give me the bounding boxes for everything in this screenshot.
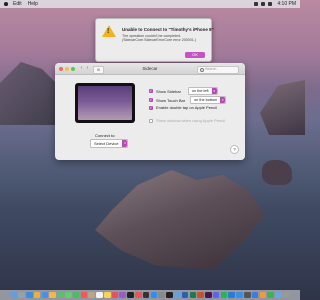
spotlight-icon[interactable] bbox=[268, 2, 273, 6]
sidebar-position-value: on the left bbox=[191, 89, 209, 93]
spotify-icon[interactable] bbox=[220, 291, 228, 299]
chrome-icon[interactable] bbox=[33, 291, 41, 299]
finder-icon[interactable] bbox=[10, 291, 18, 299]
mail-icon[interactable] bbox=[41, 291, 49, 299]
system-preferences-icon[interactable] bbox=[158, 291, 165, 299]
word-icon[interactable] bbox=[181, 291, 189, 299]
dock bbox=[0, 290, 300, 300]
tv-icon[interactable] bbox=[127, 291, 134, 299]
alert-title: Unable to Connect to "Timothy's iPhone 8… bbox=[122, 27, 214, 32]
downloads-icon[interactable] bbox=[275, 291, 282, 299]
preview-icon[interactable] bbox=[173, 291, 181, 299]
notes-icon[interactable] bbox=[103, 291, 111, 299]
show-window-pencil-label: Show window when using Apple Pencil bbox=[156, 118, 225, 123]
double-tap-label: Enable double tap on Apple Pencil bbox=[156, 105, 217, 110]
wallpaper-island bbox=[95, 170, 265, 270]
slack-icon[interactable] bbox=[205, 291, 212, 299]
battery-icon[interactable] bbox=[261, 2, 266, 6]
numbers-icon[interactable] bbox=[267, 291, 274, 299]
menu-edit[interactable]: Edit bbox=[13, 1, 22, 7]
option-show-touch-bar: ✓ Show Touch Bar on the bottom ▾ bbox=[149, 96, 227, 104]
sidecar-window: ‹ › Ⅲ Sidecar Search ✓ Show Sidebar on t… bbox=[55, 63, 245, 160]
show-sidebar-label: Show Sidebar bbox=[156, 88, 181, 94]
touch-bar-position-value: on the bottom bbox=[194, 98, 218, 102]
sidebar-position-select[interactable]: on the left ▾ bbox=[187, 87, 218, 95]
wallpaper-rock bbox=[262, 160, 292, 185]
title-bar: ‹ › Ⅲ Sidecar Search bbox=[55, 63, 245, 75]
chevron-down-icon: ▾ bbox=[122, 140, 128, 147]
app-store-icon[interactable] bbox=[150, 291, 158, 299]
messages-icon[interactable] bbox=[65, 291, 72, 299]
facetime-icon[interactable] bbox=[72, 291, 80, 299]
keynote-icon[interactable] bbox=[251, 291, 259, 299]
podcasts-icon[interactable] bbox=[119, 291, 127, 299]
calendar-icon[interactable] bbox=[80, 291, 88, 299]
terminal-icon[interactable] bbox=[166, 291, 173, 299]
wallpaper-island-right bbox=[260, 80, 305, 135]
option-show-window-pencil: Show window when using Apple Pencil bbox=[149, 118, 225, 123]
music-icon[interactable] bbox=[111, 291, 119, 299]
menu-bar: Edit Help 4:10 PM bbox=[0, 0, 300, 8]
device-select-value: Select Device bbox=[94, 141, 119, 146]
ok-button[interactable]: OK bbox=[185, 52, 205, 58]
vscode-icon[interactable] bbox=[228, 291, 235, 299]
discord-icon[interactable] bbox=[212, 291, 220, 299]
alert-message: The operation couldn't be completed. (Si… bbox=[122, 34, 196, 43]
help-button[interactable]: ? bbox=[230, 145, 239, 154]
status-area: 4:10 PM bbox=[254, 1, 296, 7]
photos-icon[interactable] bbox=[49, 291, 57, 299]
show-touch-bar-label: Show Touch Bar bbox=[156, 97, 186, 103]
powerpoint-icon[interactable] bbox=[197, 291, 204, 299]
news-icon[interactable] bbox=[135, 291, 142, 299]
chevron-down-icon: ▾ bbox=[220, 97, 226, 103]
trash-icon[interactable] bbox=[282, 291, 290, 299]
show-sidebar-checkbox[interactable]: ✓ bbox=[149, 89, 153, 93]
pages-icon[interactable] bbox=[259, 291, 267, 299]
search-placeholder: Search bbox=[205, 66, 217, 71]
maps-icon[interactable] bbox=[57, 291, 64, 299]
contacts-icon[interactable] bbox=[88, 291, 95, 299]
search-icon bbox=[200, 67, 205, 73]
excel-icon[interactable] bbox=[189, 291, 197, 299]
double-tap-checkbox[interactable]: ✓ bbox=[149, 105, 153, 110]
xcode-icon[interactable] bbox=[236, 291, 243, 299]
safari-icon[interactable] bbox=[26, 291, 33, 299]
option-show-sidebar: ✓ Show Sidebar on the left ▾ bbox=[149, 87, 218, 95]
menu-help[interactable]: Help bbox=[28, 1, 38, 7]
reminders-icon[interactable] bbox=[96, 291, 103, 299]
device-select[interactable]: Select Device ▾ bbox=[90, 139, 129, 148]
option-double-tap: ✓ Enable double tap on Apple Pencil bbox=[149, 105, 217, 110]
wifi-icon[interactable] bbox=[254, 2, 259, 6]
alert-dialog: ! Unable to Connect to "Timothy's iPhone… bbox=[95, 18, 214, 62]
show-window-pencil-checkbox[interactable] bbox=[149, 118, 153, 123]
launchpad-icon[interactable] bbox=[18, 291, 25, 299]
apple-menu-icon[interactable] bbox=[4, 2, 8, 6]
ipad-preview bbox=[75, 83, 135, 123]
show-touch-bar-checkbox[interactable]: ✓ bbox=[149, 98, 153, 102]
touch-bar-position-select[interactable]: on the bottom ▾ bbox=[190, 96, 227, 104]
chevron-down-icon: ▾ bbox=[211, 88, 217, 94]
menu-clock[interactable]: 4:10 PM bbox=[277, 1, 296, 7]
ipad-screen bbox=[78, 86, 132, 120]
connect-to-label: Connect to: bbox=[95, 133, 116, 138]
stocks-icon[interactable] bbox=[142, 291, 150, 299]
warning-mark: ! bbox=[107, 28, 110, 35]
activity-monitor-icon[interactable] bbox=[243, 291, 251, 299]
search-input[interactable]: Search bbox=[197, 65, 239, 74]
